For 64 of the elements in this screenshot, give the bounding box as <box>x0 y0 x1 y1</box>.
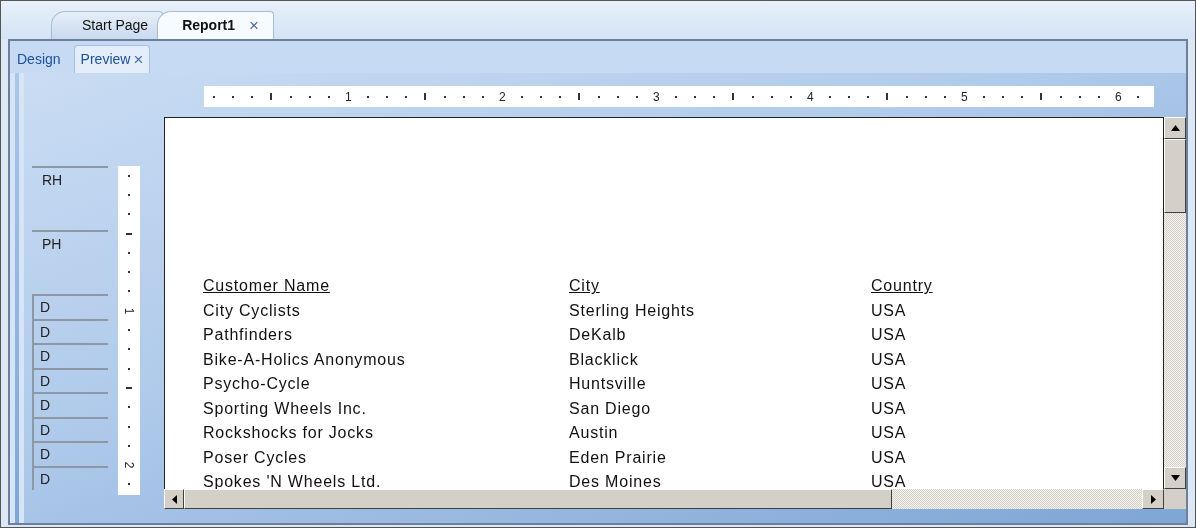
triangle-right-icon <box>1150 494 1156 504</box>
section-label: D <box>32 465 108 490</box>
scroll-right-button[interactable] <box>1142 489 1164 509</box>
report-cell-text: USA <box>871 472 907 493</box>
report-cell-text: Rockshocks for Jocks <box>203 423 375 444</box>
report-cell-text: DeKalb <box>569 325 628 346</box>
ruler-number: 1 <box>345 88 352 106</box>
report-cell-text: USA <box>871 325 907 346</box>
column-header: Country <box>871 276 933 297</box>
report-cell-text: Des Moines <box>569 472 663 493</box>
report-cell-text: San Diego <box>569 398 652 419</box>
section-label: D <box>32 416 108 441</box>
report-cell-text: Spokes 'N Wheels Ltd. <box>203 472 383 493</box>
ruler-number: 5 <box>961 88 968 106</box>
ruler-number: 6 <box>1115 88 1122 106</box>
section-label: D <box>32 367 108 392</box>
scroll-left-button[interactable] <box>164 489 184 509</box>
column-header: Customer Name <box>203 276 331 297</box>
triangle-up-icon <box>1170 125 1180 131</box>
document-tab[interactable]: Report1 × <box>157 11 274 39</box>
vertical-scrollbar[interactable] <box>1164 117 1186 489</box>
column-header: City <box>569 276 601 297</box>
section-label: D <box>32 294 108 319</box>
ruler-number: 4 <box>807 88 814 106</box>
section-label: D <box>32 441 108 466</box>
report-cell-text: USA <box>871 398 907 419</box>
report-cell-text: Sterling Heights <box>569 300 696 321</box>
report-cell-text: Huntsville <box>569 374 648 395</box>
report-cell-text: Blacklick <box>569 349 640 370</box>
report-cell-text: USA <box>871 300 907 321</box>
triangle-down-icon <box>1170 475 1180 481</box>
report-cell-text: USA <box>871 374 907 395</box>
scrollbar-thumb[interactable] <box>184 489 892 509</box>
report-cell-text: USA <box>871 423 907 444</box>
ruler-number: 2 <box>499 88 506 106</box>
report-cell-text: Psycho-Cycle <box>203 374 312 395</box>
report-cell-text: Poser Cycles <box>203 447 308 468</box>
scrollbar-corner <box>1164 489 1186 509</box>
close-button[interactable]: × <box>133 51 144 68</box>
scroll-up-button[interactable] <box>1164 117 1186 139</box>
report-cell-text: Sporting Wheels Inc. <box>203 398 368 419</box>
report-cell-text: City Cyclists <box>203 300 302 321</box>
section-label: D <box>32 392 108 417</box>
horizontal-scrollbar[interactable] <box>164 489 1164 509</box>
ruler-number: 2 <box>123 461 135 469</box>
section-label: D <box>32 318 108 343</box>
report-cell-text: Pathfinders <box>203 325 294 346</box>
section-label: D <box>32 343 108 368</box>
report-cell-text: USA <box>871 349 907 370</box>
report-cell-text: Bike-A-Holics Anonymous <box>203 349 407 370</box>
view-tab[interactable]: Design <box>10 45 68 73</box>
scroll-down-button[interactable] <box>1164 467 1186 489</box>
section-label: PH <box>32 230 108 294</box>
report-cell-text: Eden Prairie <box>569 447 668 468</box>
ruler-number: 1 <box>123 307 135 315</box>
document-tab[interactable]: Start Page <box>51 11 164 39</box>
triangle-left-icon <box>171 494 177 504</box>
section-label: RH <box>32 166 108 230</box>
view-tab[interactable]: Preview × <box>73 45 151 73</box>
report-cell-text: Austin <box>569 423 620 444</box>
ruler-number: 3 <box>653 88 660 106</box>
scrollbar-thumb[interactable] <box>1164 139 1186 213</box>
close-button[interactable]: × <box>249 17 259 34</box>
report-cell-text: USA <box>871 447 907 468</box>
